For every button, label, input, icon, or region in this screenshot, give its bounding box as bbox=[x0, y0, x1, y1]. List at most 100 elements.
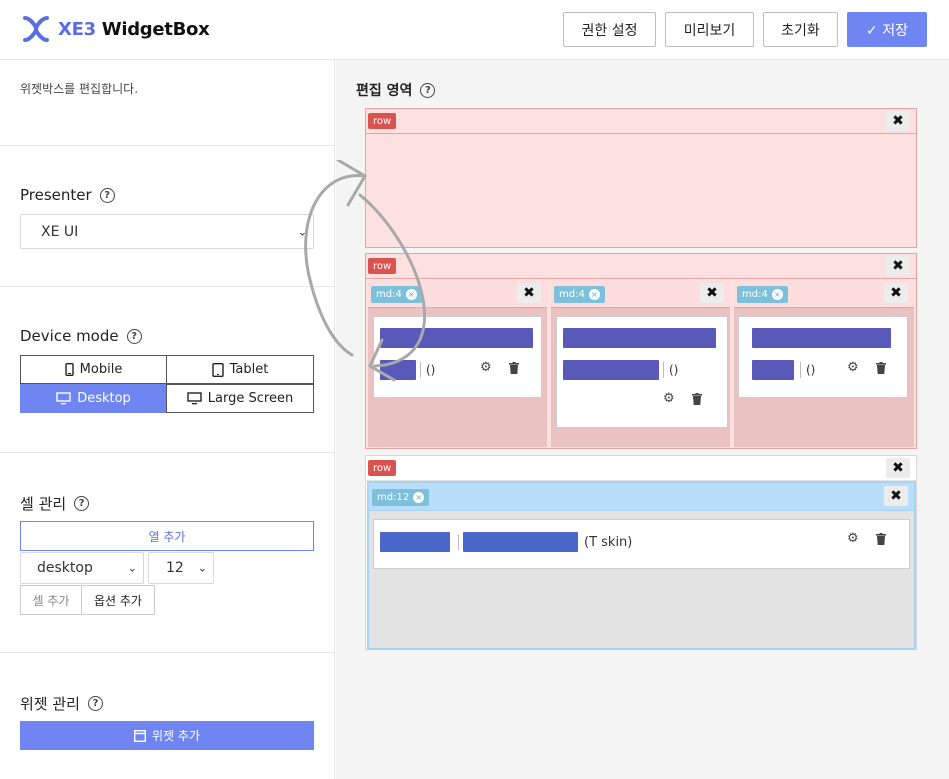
divider bbox=[0, 652, 334, 653]
close-icon[interactable]: ✖ bbox=[886, 458, 910, 478]
widget-skin-label: () bbox=[806, 363, 816, 377]
reset-button[interactable]: 초기화 bbox=[763, 12, 838, 47]
tablet-icon bbox=[211, 362, 224, 377]
close-icon[interactable]: ✖ bbox=[886, 111, 910, 131]
layout-column[interactable]: md:4 × ✖ () ⚙ bbox=[734, 280, 914, 447]
trash-icon[interactable] bbox=[509, 362, 519, 374]
remove-column-icon[interactable]: × bbox=[588, 289, 600, 300]
remove-column-icon[interactable]: × bbox=[413, 492, 425, 503]
layout-column[interactable]: md:4 × ✖ () ⚙ bbox=[368, 280, 547, 447]
close-icon[interactable]: ✖ bbox=[886, 256, 910, 276]
mobile-icon bbox=[64, 363, 74, 376]
edit-area-title: 편집 영역? bbox=[356, 80, 436, 100]
row-badge[interactable]: row bbox=[368, 258, 397, 274]
divider bbox=[0, 452, 334, 453]
app-logo: XE3 WidgetBox bbox=[22, 14, 210, 44]
device-mode-title: Device mode? bbox=[20, 327, 142, 345]
window-icon bbox=[134, 729, 146, 742]
column-header: md:4 × ✖ bbox=[551, 280, 730, 308]
left-panel: 위젯박스를 편집합니다. Presenter? XE UI ⌄ Device m… bbox=[0, 60, 335, 779]
row-header: row ✖ bbox=[366, 254, 916, 279]
gear-icon[interactable]: ⚙ bbox=[847, 531, 859, 546]
trash-icon[interactable] bbox=[692, 393, 702, 405]
device-tablet-button[interactable]: Tablet bbox=[166, 355, 314, 384]
save-button[interactable]: ✓ 저장 bbox=[847, 12, 927, 47]
widget-skin-label: () bbox=[669, 363, 679, 377]
widget-card[interactable]: () ⚙ bbox=[373, 316, 542, 398]
widget-type-bar bbox=[752, 360, 794, 380]
help-icon[interactable]: ? bbox=[420, 82, 436, 98]
widget-skin-label: (T skin) bbox=[584, 535, 633, 550]
column-badge[interactable]: md:4 × bbox=[737, 286, 788, 303]
chevron-down-icon: ⌄ bbox=[197, 561, 207, 575]
help-icon[interactable]: ? bbox=[74, 496, 90, 511]
gear-icon[interactable]: ⚙ bbox=[663, 391, 675, 406]
column-header: md:4 × ✖ bbox=[734, 280, 914, 308]
separator bbox=[458, 534, 459, 550]
monitor-icon bbox=[187, 392, 202, 405]
column-badge[interactable]: md:4 × bbox=[371, 286, 422, 303]
desktop-icon bbox=[56, 392, 71, 405]
size-select[interactable]: 12 ⌄ bbox=[148, 552, 214, 584]
widget-title-bar bbox=[380, 532, 450, 552]
trash-icon[interactable] bbox=[876, 533, 886, 545]
permissions-button[interactable]: 권한 설정 bbox=[563, 12, 656, 47]
help-icon[interactable]: ? bbox=[87, 696, 103, 711]
row-header: row ✖ bbox=[366, 109, 916, 134]
app-title: XE3 WidgetBox bbox=[58, 18, 210, 40]
app-header: XE3 WidgetBox 권한 설정 미리보기 초기화 ✓ 저장 bbox=[0, 0, 949, 60]
widget-management-title: 위젯 관리? bbox=[20, 693, 103, 714]
widget-type-bar bbox=[563, 360, 659, 380]
panel-description: 위젯박스를 편집합니다. bbox=[20, 82, 139, 96]
separator bbox=[663, 362, 664, 378]
column-header: md:4 × ✖ bbox=[368, 280, 547, 308]
layout-row[interactable]: row ✖ md:12 × ✖ (T skin) ⚙ bbox=[365, 455, 917, 650]
row-badge[interactable]: row bbox=[368, 460, 397, 476]
gear-icon[interactable]: ⚙ bbox=[480, 360, 492, 375]
column-badge[interactable]: md:4 × bbox=[554, 286, 605, 303]
layout-row[interactable]: row ✖ bbox=[365, 108, 917, 248]
presenter-select[interactable]: XE UI ⌄ bbox=[20, 214, 314, 249]
column-badge[interactable]: md:12 × bbox=[372, 489, 430, 506]
widget-card[interactable]: () ⚙ bbox=[738, 316, 908, 398]
widget-type-bar bbox=[380, 360, 416, 380]
cell-management-title: 셀 관리? bbox=[20, 493, 90, 514]
layout-column[interactable]: md:4 × ✖ () ⚙ bbox=[551, 280, 730, 447]
widget-type-bar bbox=[463, 532, 578, 552]
trash-icon[interactable] bbox=[876, 362, 886, 374]
widget-card[interactable]: () ⚙ bbox=[556, 316, 728, 428]
divider bbox=[0, 286, 334, 287]
add-widget-button[interactable]: 위젯 추가 bbox=[20, 721, 314, 750]
add-column-button[interactable]: 열 추가 bbox=[20, 521, 314, 551]
widget-card[interactable]: (T skin) ⚙ bbox=[373, 519, 910, 569]
add-option-button[interactable]: 옵션 추가 bbox=[81, 585, 155, 615]
edit-area: 편집 영역? row ✖ row ✖ md:4 × ✖ () ⚙ md:4 × … bbox=[336, 60, 949, 779]
widget-title-bar bbox=[380, 328, 533, 348]
column-header: md:12 × ✖ bbox=[369, 483, 914, 511]
device-desktop-button[interactable]: Desktop bbox=[20, 384, 167, 413]
close-icon[interactable]: ✖ bbox=[700, 283, 724, 303]
row-badge[interactable]: row bbox=[368, 113, 397, 129]
device-mobile-button[interactable]: Mobile bbox=[20, 355, 167, 384]
selected-column[interactable]: md:12 × ✖ (T skin) ⚙ bbox=[367, 481, 916, 650]
chevron-down-icon: ⌄ bbox=[127, 561, 137, 575]
chevron-down-icon: ⌄ bbox=[297, 225, 307, 238]
widget-skin-label: () bbox=[426, 363, 436, 377]
separator bbox=[800, 362, 801, 378]
presenter-title: Presenter? bbox=[20, 186, 115, 204]
device-select[interactable]: desktop ⌄ bbox=[20, 552, 144, 584]
widget-title-bar bbox=[752, 328, 891, 348]
device-large-screen-button[interactable]: Large Screen bbox=[166, 384, 314, 413]
remove-column-icon[interactable]: × bbox=[771, 289, 783, 300]
close-icon[interactable]: ✖ bbox=[517, 283, 541, 303]
remove-column-icon[interactable]: × bbox=[405, 289, 417, 300]
help-icon[interactable]: ? bbox=[99, 187, 115, 203]
help-icon[interactable]: ? bbox=[126, 328, 142, 344]
layout-row[interactable]: row ✖ md:4 × ✖ () ⚙ md:4 × ✖ () ⚙ md:4 ×… bbox=[365, 253, 917, 449]
gear-icon[interactable]: ⚙ bbox=[847, 360, 859, 375]
add-cell-button[interactable]: 셀 추가 bbox=[20, 585, 82, 615]
close-icon[interactable]: ✖ bbox=[884, 283, 908, 303]
row-header: row ✖ bbox=[366, 456, 916, 481]
preview-button[interactable]: 미리보기 bbox=[665, 12, 754, 47]
close-icon[interactable]: ✖ bbox=[884, 486, 908, 506]
